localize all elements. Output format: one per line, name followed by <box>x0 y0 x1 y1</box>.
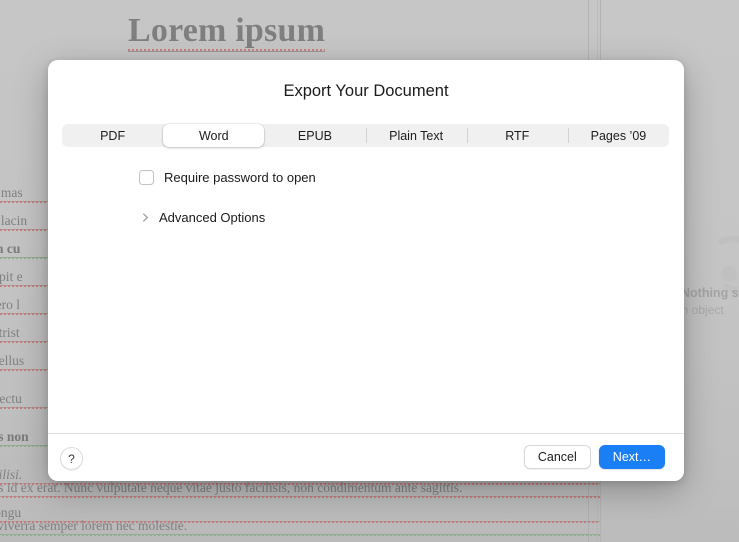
next-button[interactable]: Next… <box>598 445 665 469</box>
help-icon: ? <box>68 451 75 466</box>
tab-pdf[interactable]: PDF <box>62 124 163 147</box>
chevron-right-icon[interactable] <box>140 212 151 223</box>
advanced-options-label: Advanced Options <box>159 210 266 225</box>
tab-epub-label: EPUB <box>297 128 332 143</box>
tab-word[interactable]: Word <box>163 124 265 147</box>
tab-pages-09-label: Pages ’09 <box>590 128 647 143</box>
require-password-row[interactable]: Require password to open <box>139 170 316 185</box>
document-bottom-text: ris id ex erat. Nunc vulputate neque vit… <box>0 481 600 542</box>
require-password-checkbox[interactable] <box>139 170 154 185</box>
document-heading-text: Lorem ipsum <box>128 12 326 52</box>
tab-rtf-label: RTF <box>505 128 530 143</box>
document-body-line: i viverra semper lorem nec molestie. <box>0 519 600 536</box>
sheet-title: Export Your Document <box>283 82 449 100</box>
object-placeholder-icon <box>717 235 739 294</box>
export-format-segmented-control[interactable]: PDF Word EPUB Plain Text RTF Pages ’09 <box>62 124 669 147</box>
require-password-label: Require password to open <box>164 170 316 185</box>
tab-plain-text-label: Plain Text <box>389 128 444 143</box>
footer-button-group: Cancel Next… <box>523 445 665 469</box>
tab-plain-text[interactable]: Plain Text <box>365 124 467 147</box>
tab-pages-09[interactable]: Pages ’09 <box>567 124 669 147</box>
tab-pdf-label: PDF <box>100 128 126 143</box>
export-document-sheet: Export Your Document PDF Word EPUB Plain… <box>48 60 684 481</box>
tab-rtf[interactable]: RTF <box>466 124 568 147</box>
tab-epub[interactable]: EPUB <box>264 124 365 147</box>
help-button[interactable]: ? <box>60 447 83 470</box>
sheet-footer: ? Cancel Next… <box>48 434 684 481</box>
cancel-button[interactable]: Cancel <box>523 445 591 469</box>
document-heading: Lorem ipsum <box>128 12 326 52</box>
document-body-line: ris id ex erat. Nunc vulputate neque vit… <box>0 481 600 498</box>
advanced-options-row[interactable]: Advanced Options <box>140 210 265 225</box>
inspector-empty-title: Nothing s <box>681 286 739 300</box>
tab-word-label: Word <box>198 128 229 143</box>
